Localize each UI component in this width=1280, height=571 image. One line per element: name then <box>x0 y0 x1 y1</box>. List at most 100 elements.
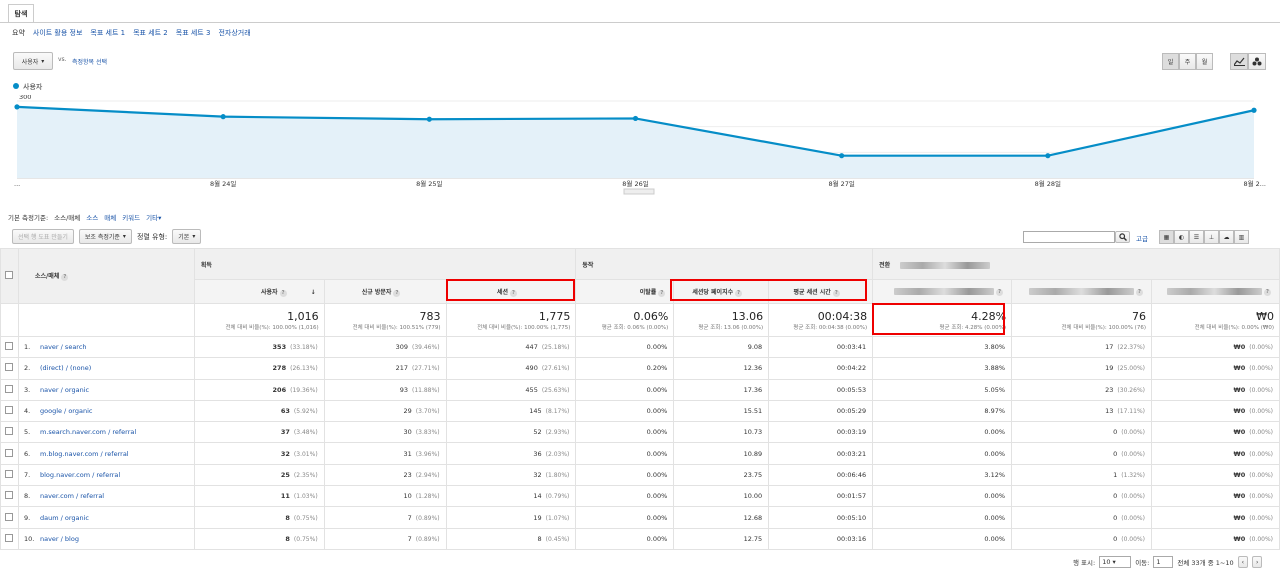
users-pct: (33.18%) <box>290 344 318 352</box>
row-checkbox[interactable] <box>5 469 14 478</box>
pie-view-button[interactable]: ◐ <box>1174 230 1189 244</box>
total-sub: 전체 대비 비율(%): 100.51% (779) <box>352 324 441 331</box>
help-icon: ? <box>832 289 840 297</box>
goal-value-column-header[interactable]: ? <box>1150 279 1280 304</box>
total-pages-per-session: 13.06 평균 조회: 13.06 (0.00%) <box>673 303 770 337</box>
metric-dropdown[interactable]: 사용자 ▾ <box>13 52 53 70</box>
subnav-summary[interactable]: 요약 <box>12 28 25 38</box>
new-users-value: 7 <box>407 534 412 543</box>
performance-view-button[interactable]: ☰ <box>1189 230 1204 244</box>
secondary-dimension-dropdown[interactable]: 보조 측정기준 ▾ <box>78 229 132 244</box>
row-checkbox[interactable] <box>5 384 14 393</box>
source-medium-link[interactable]: naver / blog <box>40 535 79 543</box>
sort-type-dropdown[interactable]: 기본 ▾ <box>172 229 202 244</box>
period-day-button[interactable]: 일 <box>1162 53 1179 70</box>
term-cloud-button[interactable]: ☁ <box>1219 230 1234 244</box>
goto-page-input[interactable]: 1 <box>1153 556 1174 568</box>
tab-explorer[interactable]: 탐색 <box>8 4 34 23</box>
source-medium-link[interactable]: blog.naver.com / referral <box>40 471 120 479</box>
row-checkbox[interactable] <box>5 448 14 457</box>
dimension-keyword[interactable]: 키워드 <box>122 212 140 222</box>
data-point[interactable] <box>14 104 20 110</box>
avg-duration-cell: 00:05:53 <box>768 378 874 401</box>
avg-session-duration-column-header[interactable]: 평균 세션 시간? <box>768 279 874 304</box>
data-point[interactable] <box>1251 107 1257 113</box>
row-checkbox[interactable] <box>5 512 14 521</box>
sessions-cell: 455 (25.63%) <box>445 378 577 401</box>
rows-per-page-select[interactable]: 10 ▾ <box>1099 556 1132 568</box>
data-point[interactable] <box>839 153 845 159</box>
prev-page-button[interactable]: ‹ <box>1237 556 1249 568</box>
table-view-button[interactable]: ▦ <box>1159 230 1174 244</box>
source-medium-link[interactable]: naver.com / referral <box>40 492 104 500</box>
source-medium-link[interactable]: m.blog.naver.com / referral <box>40 450 129 458</box>
select-all-checkbox[interactable] <box>5 271 14 279</box>
dimension-other[interactable]: 기타▾ <box>146 212 161 222</box>
help-icon: ? <box>393 289 401 297</box>
behavior-group-header: 동작 <box>575 248 874 280</box>
dimension-medium[interactable]: 매체 <box>104 212 116 222</box>
table-search-input[interactable] <box>1023 231 1115 243</box>
source-medium-cell: 8. naver.com / referral <box>17 485 195 508</box>
plot-rows-button[interactable]: 선택 행 도표 만들기 <box>12 229 74 244</box>
data-point[interactable] <box>426 116 432 122</box>
subnav-goal-set-1[interactable]: 목표 세트 1 <box>90 28 125 38</box>
duration-header-label: 평균 세션 시간 <box>793 288 831 296</box>
row-index: 3. <box>23 385 31 394</box>
subnav-ecommerce[interactable]: 전자상거래 <box>218 28 250 38</box>
report-table: 소스/매체? 획득 동작 전환 사용자? ↓ 신규 방문자? 세션? 이탈률? … <box>0 248 1280 550</box>
new-users-cell: 29 (3.70%) <box>323 399 447 423</box>
bounce-rate-column-header[interactable]: 이탈률? <box>575 279 675 304</box>
subnav-goal-set-3[interactable]: 목표 세트 3 <box>176 28 211 38</box>
source-medium-link[interactable]: (direct) / (none) <box>40 364 91 372</box>
users-value: 37 <box>280 428 290 437</box>
period-week-button[interactable]: 주 <box>1179 53 1196 70</box>
source-medium-link[interactable]: google / organic <box>40 407 92 415</box>
goal-completions-column-header[interactable]: ? <box>1011 279 1152 304</box>
source-medium-link[interactable]: m.search.naver.com / referral <box>40 428 136 436</box>
chart-resize-handle[interactable] <box>623 188 655 195</box>
line-chart-button[interactable] <box>1230 53 1248 70</box>
row-checkbox[interactable] <box>5 533 14 542</box>
goal-completions-cell: 0 (0.00%) <box>1011 506 1152 529</box>
pages-per-session-cell: 12.36 <box>673 357 770 380</box>
sessions-pct: (25.18%) <box>541 344 570 352</box>
data-point[interactable] <box>1045 153 1051 159</box>
advanced-filter-link[interactable]: 고급 <box>1136 233 1148 243</box>
tab-divider <box>0 22 1280 23</box>
pivot-view-button[interactable]: ▥ <box>1234 230 1249 244</box>
total-sub: 평균 조회: 0.06% (0.00%) <box>601 324 669 331</box>
source-medium-header[interactable]: 소스/매체? <box>17 248 195 304</box>
dimension-source[interactable]: 소스 <box>86 212 98 222</box>
dimension-source-medium[interactable]: 소스/매체 <box>54 212 80 222</box>
search-button[interactable] <box>1115 231 1130 243</box>
compare-metric-link[interactable]: 측정항목 선택 <box>72 57 107 66</box>
subnav-site-usage[interactable]: 사이트 활용 정보 <box>33 28 83 38</box>
source-medium-link[interactable]: daum / organic <box>40 514 89 522</box>
sessions-column-header[interactable]: 세션? <box>445 279 577 304</box>
source-medium-link[interactable]: naver / search <box>40 343 87 351</box>
subnav-goal-set-2[interactable]: 목표 세트 2 <box>133 28 168 38</box>
row-checkbox[interactable] <box>5 363 14 372</box>
period-month-button[interactable]: 월 <box>1196 53 1213 70</box>
row-checkbox[interactable] <box>5 491 14 500</box>
row-index: 4. <box>23 407 31 416</box>
row-checkbox[interactable] <box>5 406 14 415</box>
new-users-column-header[interactable]: 신규 방문자? <box>323 279 447 304</box>
motion-chart-button[interactable] <box>1248 53 1266 70</box>
users-column-header[interactable]: 사용자? ↓ <box>193 279 325 304</box>
comparison-view-button[interactable]: ⊥ <box>1204 230 1219 244</box>
table-row: 9. daum / organic 8 (0.75%) 7 (0.89%) 19 (1.07%… <box>0 506 1280 529</box>
row-checkbox[interactable] <box>5 427 14 436</box>
goal-completions-cell: 0 (0.00%) <box>1011 421 1152 444</box>
conversion-rate-column-header[interactable]: ? <box>872 279 1013 304</box>
users-cell: 353 (33.18%) <box>193 335 325 359</box>
next-page-button[interactable]: › <box>1252 556 1263 568</box>
data-point[interactable] <box>220 114 226 120</box>
comparison-icon: ⊥ <box>1208 233 1215 241</box>
row-checkbox[interactable] <box>5 342 14 351</box>
data-point[interactable] <box>632 115 639 122</box>
pages-per-session-column-header[interactable]: 세션당 페이지수? <box>673 279 770 304</box>
source-medium-link[interactable]: naver / organic <box>40 386 89 394</box>
new-users-cell: 309 (39.46%) <box>323 335 447 359</box>
